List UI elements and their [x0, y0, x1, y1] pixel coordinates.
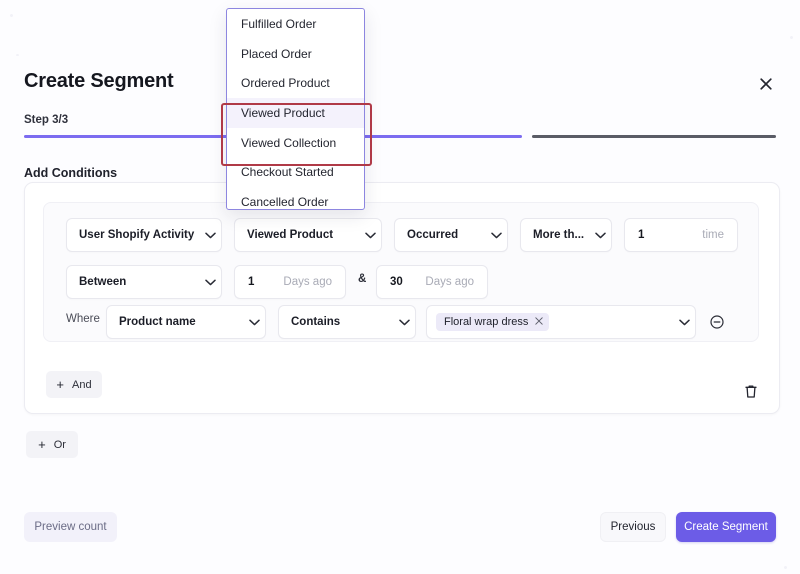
chevron-down-icon	[485, 232, 507, 239]
dropdown-item-viewed-collection[interactable]: Viewed Collection	[227, 128, 364, 158]
add-and-label: And	[72, 378, 92, 391]
trash-icon[interactable]	[744, 384, 760, 401]
step-label: Step 3/3	[24, 114, 69, 126]
comparator-value: More th...	[533, 229, 585, 241]
circle-minus-icon[interactable]	[708, 313, 726, 331]
condition-group: User Shopify Activity Viewed Product Occ…	[43, 202, 759, 342]
create-segment-button[interactable]: Create Segment	[676, 512, 776, 542]
filter-operator-select[interactable]: Contains	[278, 305, 416, 339]
plus-icon: +	[38, 437, 46, 452]
timeframe-conjunction: &	[358, 273, 367, 285]
occurrence-value: Occurred	[407, 229, 459, 241]
decorative-speck	[16, 54, 19, 56]
timeframe-from-unit: Days ago	[283, 276, 332, 288]
decorative-speck	[790, 36, 793, 39]
chevron-down-icon	[243, 319, 265, 326]
filter-operator-value: Contains	[291, 316, 341, 328]
timeframe-to-unit: Days ago	[425, 276, 474, 288]
chevron-down-icon	[359, 232, 381, 239]
filter-value-multiselect[interactable]: Floral wrap dress	[426, 305, 696, 339]
progress-bar	[24, 134, 776, 138]
plus-icon: +	[56, 377, 65, 392]
comparator-select[interactable]: More th...	[520, 218, 612, 252]
value-tag-label: Floral wrap dress	[444, 316, 529, 328]
close-icon[interactable]	[754, 72, 778, 96]
occurrence-count-unit: time	[702, 229, 724, 241]
value-tag[interactable]: Floral wrap dress	[436, 313, 550, 331]
dropdown-item-ordered-product[interactable]: Ordered Product	[227, 68, 364, 98]
occurrence-select[interactable]: Occurred	[394, 218, 508, 252]
filter-field-value: Product name	[119, 316, 196, 328]
preview-count-button[interactable]: Preview count	[24, 512, 117, 542]
timeframe-from-value: 1	[248, 276, 255, 288]
dropdown-item-fulfilled-order[interactable]: Fulfilled Order	[227, 9, 364, 39]
decorative-speck	[10, 14, 13, 17]
dropdown-item-viewed-product[interactable]: Viewed Product	[227, 98, 364, 128]
timeframe-to-value: 30	[390, 276, 403, 288]
activity-type-value: User Shopify Activity	[79, 229, 195, 241]
event-dropdown-menu[interactable]: Fulfilled Order Placed Order Ordered Pro…	[226, 8, 365, 210]
where-label: Where	[66, 313, 100, 325]
timeframe-from-input[interactable]: 1 Days ago	[234, 265, 346, 299]
timeframe-value: Between	[79, 276, 127, 288]
add-conditions-title: Add Conditions	[24, 166, 118, 180]
dropdown-item-checkout-started[interactable]: Checkout Started	[227, 157, 364, 187]
timeframe-select[interactable]: Between	[66, 265, 222, 299]
add-or-button[interactable]: + Or	[26, 431, 78, 458]
progress-remaining	[532, 135, 776, 138]
add-and-button[interactable]: + And	[46, 371, 102, 398]
previous-button[interactable]: Previous	[600, 512, 666, 542]
event-select[interactable]: Viewed Product	[234, 218, 382, 252]
chevron-down-icon	[199, 232, 221, 239]
create-segment-modal: Create Segment Step 3/3 Add Conditions U…	[0, 0, 800, 574]
close-small-icon[interactable]	[535, 316, 544, 328]
activity-type-select[interactable]: User Shopify Activity	[66, 218, 222, 252]
conditions-card: User Shopify Activity Viewed Product Occ…	[24, 182, 780, 414]
page-title: Create Segment	[24, 70, 174, 92]
occurrence-count-value: 1	[638, 229, 645, 241]
chevron-down-icon	[199, 279, 221, 286]
timeframe-to-input[interactable]: 30 Days ago	[376, 265, 488, 299]
dropdown-item-placed-order[interactable]: Placed Order	[227, 39, 364, 69]
chevron-down-icon	[673, 319, 695, 326]
chevron-down-icon	[393, 319, 415, 326]
occurrence-count-input[interactable]: 1 time	[624, 218, 738, 252]
dropdown-item-cancelled-order[interactable]: Cancelled Order	[227, 187, 364, 209]
filter-field-select[interactable]: Product name	[106, 305, 266, 339]
event-value: Viewed Product	[247, 229, 334, 241]
decorative-speck	[784, 566, 787, 569]
add-or-label: Or	[53, 438, 66, 451]
chevron-down-icon	[589, 232, 611, 239]
